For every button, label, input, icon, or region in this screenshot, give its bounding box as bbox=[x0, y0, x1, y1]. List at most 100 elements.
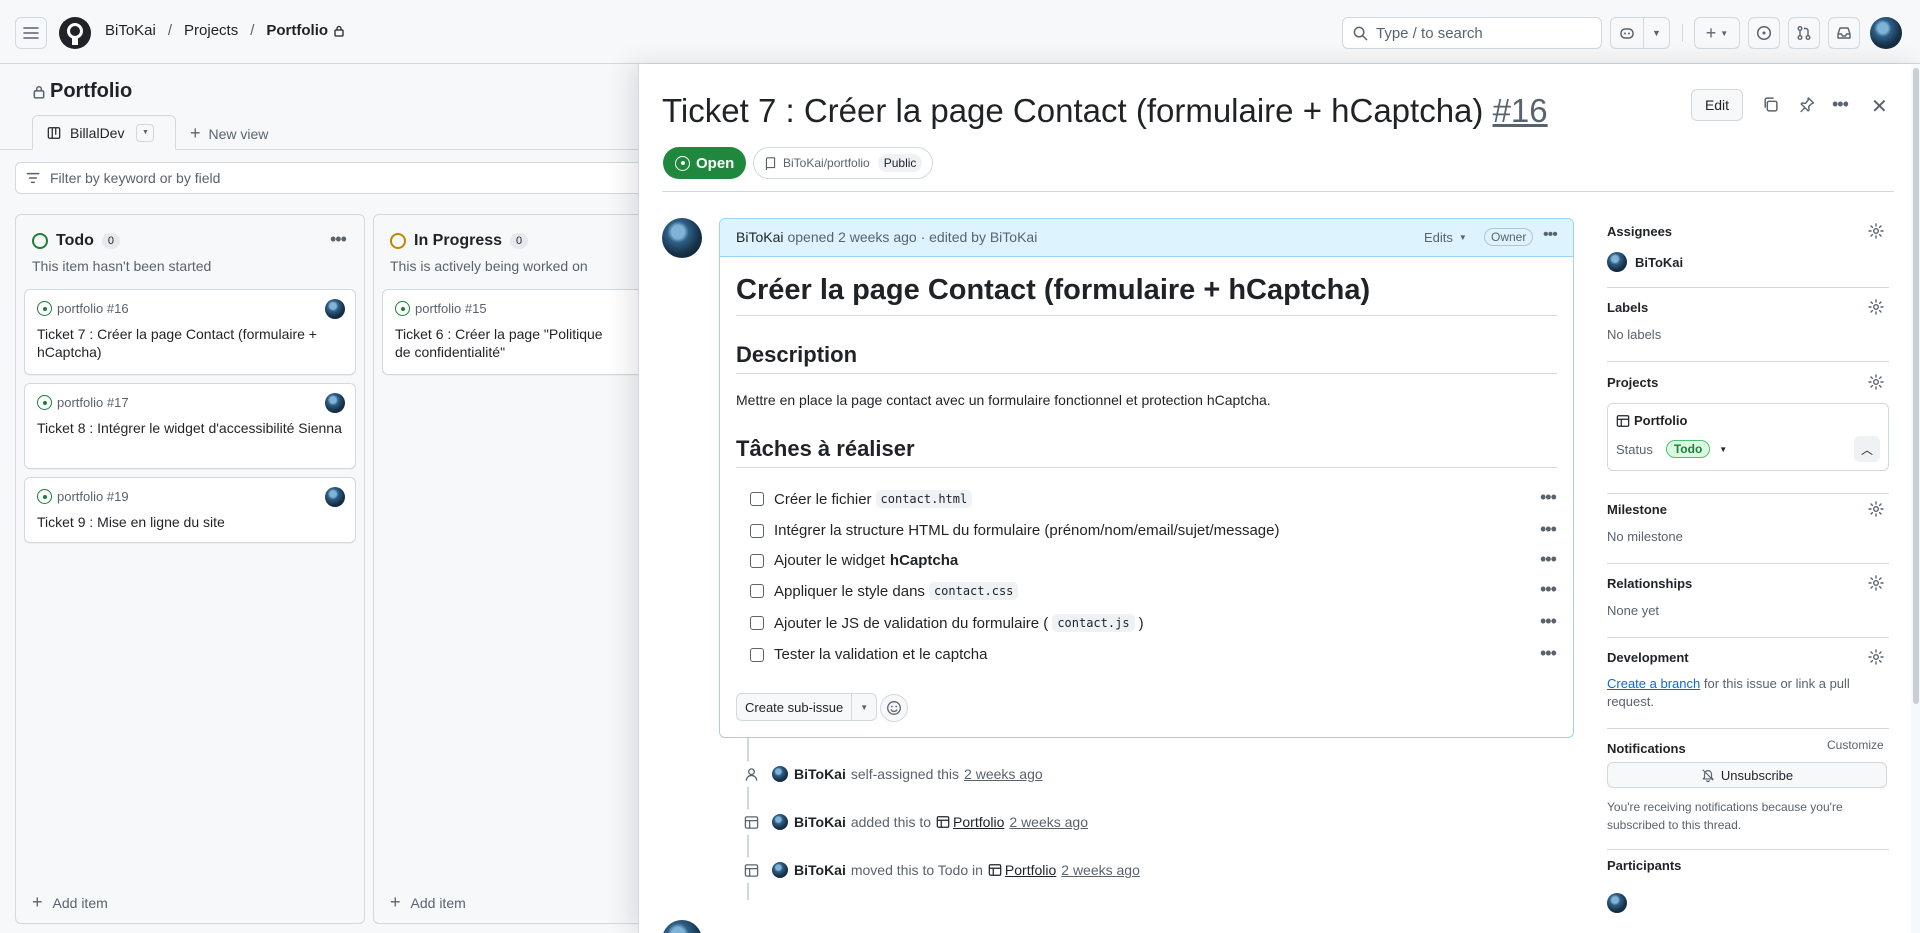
card-ref[interactable]: portfolio #19 bbox=[57, 489, 129, 504]
person-icon bbox=[738, 761, 764, 787]
more-options-button[interactable]: ••• bbox=[1832, 94, 1849, 115]
repo-pill[interactable]: BiToKai/portfolio Public bbox=[753, 147, 934, 179]
timeline-actor[interactable]: BiToKai bbox=[794, 766, 846, 782]
card-ref[interactable]: portfolio #17 bbox=[57, 395, 129, 410]
menu-button[interactable] bbox=[15, 17, 47, 49]
edit-title-button[interactable]: Edit bbox=[1691, 89, 1743, 121]
projects-label: Projects bbox=[1607, 375, 1659, 390]
timeline-project-link[interactable]: Portfolio bbox=[1005, 862, 1056, 878]
collapse-project-button[interactable]: ︿ bbox=[1854, 436, 1880, 462]
timeline-actor[interactable]: BiToKai bbox=[794, 814, 846, 830]
assignees-label: Assignees bbox=[1607, 224, 1673, 239]
task-checkbox[interactable] bbox=[750, 523, 764, 538]
task-checkbox[interactable] bbox=[750, 616, 764, 630]
repo-name[interactable]: BiToKai/portfolio bbox=[783, 156, 870, 170]
add-item-button[interactable]: + Add item bbox=[390, 892, 466, 913]
add-reaction-button[interactable] bbox=[880, 694, 908, 722]
body-heading-1: Créer la page Contact (formulaire + hCap… bbox=[736, 274, 1371, 306]
actor-avatar[interactable] bbox=[772, 766, 788, 782]
timeline-time[interactable]: 2 weeks ago bbox=[1061, 862, 1140, 878]
gear-icon[interactable] bbox=[1868, 374, 1884, 390]
gear-icon[interactable] bbox=[1868, 223, 1884, 239]
task-item: Tester la validation et le captcha bbox=[750, 646, 987, 663]
status-value-pill[interactable]: Todo bbox=[1665, 440, 1711, 458]
gear-icon[interactable] bbox=[1868, 299, 1884, 315]
visibility-badge: Public bbox=[877, 154, 923, 172]
assignee[interactable]: BiToKai bbox=[1607, 252, 1683, 272]
gear-icon[interactable] bbox=[1868, 575, 1884, 591]
card-ref[interactable]: portfolio #15 bbox=[415, 301, 487, 316]
chevron-down-icon[interactable]: ▼ bbox=[852, 703, 876, 712]
card-assignee-avatar[interactable] bbox=[325, 299, 345, 319]
task-checkbox[interactable] bbox=[750, 492, 764, 506]
task-menu-button[interactable]: ••• bbox=[1540, 643, 1557, 664]
card-title[interactable]: Ticket 7 : Créer la page Contact (formul… bbox=[37, 325, 343, 361]
create-sub-issue-button[interactable]: Create sub-issue ▼ bbox=[736, 693, 878, 721]
github-logo-icon[interactable] bbox=[59, 17, 91, 49]
gear-icon[interactable] bbox=[1868, 649, 1884, 665]
pull-requests-button[interactable] bbox=[1788, 17, 1820, 49]
task-item: Créer le fichier contact.html bbox=[750, 490, 976, 508]
project-link[interactable]: Portfolio bbox=[1616, 413, 1687, 428]
customize-link[interactable]: Customize bbox=[1827, 738, 1884, 752]
task-checkbox[interactable] bbox=[750, 647, 764, 662]
user-avatar[interactable] bbox=[1870, 17, 1902, 49]
comment-menu-button[interactable]: ••• bbox=[1543, 226, 1558, 244]
comment-author-avatar[interactable] bbox=[662, 218, 702, 258]
view-tab-billaldev[interactable]: BillalDev ▼ bbox=[32, 115, 176, 150]
view-options-button[interactable]: ▼ bbox=[136, 123, 155, 142]
timeline-time[interactable]: 2 weeks ago bbox=[1009, 814, 1088, 830]
timeline-actor[interactable]: BiToKai bbox=[794, 862, 846, 878]
search-input[interactable]: Type / to search bbox=[1342, 17, 1602, 49]
comment-author[interactable]: BiToKai bbox=[736, 229, 783, 245]
breadcrumb-projects[interactable]: Projects bbox=[184, 22, 238, 39]
inbox-button[interactable] bbox=[1828, 17, 1860, 49]
smiley-icon bbox=[887, 701, 901, 715]
create-new-button[interactable]: + ▼ bbox=[1694, 17, 1740, 49]
card-title[interactable]: Ticket 8 : Intégrer le widget d'accessib… bbox=[37, 419, 343, 437]
gear-icon[interactable] bbox=[1868, 501, 1884, 517]
add-item-button[interactable]: + Add item bbox=[32, 892, 108, 913]
column-menu-button[interactable]: ••• bbox=[330, 229, 347, 250]
issues-button[interactable] bbox=[1748, 17, 1780, 49]
unsubscribe-button[interactable]: Unsubscribe bbox=[1607, 762, 1887, 788]
panel-scrollbar-thumb[interactable] bbox=[1913, 68, 1919, 704]
breadcrumb-project[interactable]: Portfolio bbox=[266, 22, 328, 39]
task-checkbox[interactable] bbox=[750, 553, 764, 568]
timeline-project-link[interactable]: Portfolio bbox=[953, 814, 1004, 830]
new-view-button[interactable]: + New view bbox=[190, 123, 268, 144]
pin-button[interactable] bbox=[1798, 96, 1815, 113]
card-assignee-avatar[interactable] bbox=[325, 393, 345, 413]
create-branch-link[interactable]: Create a branch bbox=[1607, 676, 1700, 691]
actor-avatar[interactable] bbox=[772, 862, 788, 878]
edits-dropdown[interactable]: Edits ▼ bbox=[1424, 230, 1467, 245]
task-menu-button[interactable]: ••• bbox=[1540, 611, 1557, 632]
project-title-text: Portfolio bbox=[50, 80, 133, 102]
board-card[interactable]: portfolio #17 Ticket 8 : Intégrer le wid… bbox=[24, 383, 356, 469]
chevron-down-icon[interactable]: ▼ bbox=[1719, 445, 1727, 454]
card-assignee-avatar[interactable] bbox=[325, 487, 345, 507]
actor-avatar[interactable] bbox=[772, 814, 788, 830]
board-card[interactable]: portfolio #19 Ticket 9 : Mise en ligne d… bbox=[24, 477, 356, 543]
task-menu-button[interactable]: ••• bbox=[1540, 579, 1557, 600]
filter-input[interactable]: Filter by keyword or by field bbox=[15, 162, 655, 194]
timeline-time[interactable]: 2 weeks ago bbox=[964, 766, 1043, 782]
copy-link-button[interactable] bbox=[1762, 96, 1779, 113]
copilot-button[interactable]: ▼ bbox=[1610, 17, 1670, 49]
task-menu-button[interactable]: ••• bbox=[1540, 549, 1557, 570]
participant-avatar[interactable] bbox=[1607, 893, 1627, 913]
card-ref[interactable]: portfolio #16 bbox=[57, 301, 129, 316]
status-in-progress-icon bbox=[390, 233, 406, 249]
task-menu-button[interactable]: ••• bbox=[1540, 487, 1557, 508]
close-panel-button[interactable]: ✕ bbox=[1871, 94, 1888, 119]
task-checkbox[interactable] bbox=[750, 584, 764, 598]
card-title[interactable]: Ticket 6 : Créer la page "Politique de c… bbox=[395, 325, 613, 361]
chevron-up-icon: ︿ bbox=[1860, 442, 1873, 457]
issue-number-link[interactable]: #16 bbox=[1493, 92, 1548, 129]
board-card[interactable]: portfolio #16 Ticket 7 : Créer la page C… bbox=[24, 289, 356, 375]
body-heading-description: Description bbox=[736, 342, 858, 367]
task-menu-button[interactable]: ••• bbox=[1540, 519, 1557, 540]
pull-request-icon bbox=[1797, 26, 1811, 40]
breadcrumb-owner[interactable]: BiToKai bbox=[105, 22, 156, 39]
card-title[interactable]: Ticket 9 : Mise en ligne du site bbox=[37, 513, 343, 531]
